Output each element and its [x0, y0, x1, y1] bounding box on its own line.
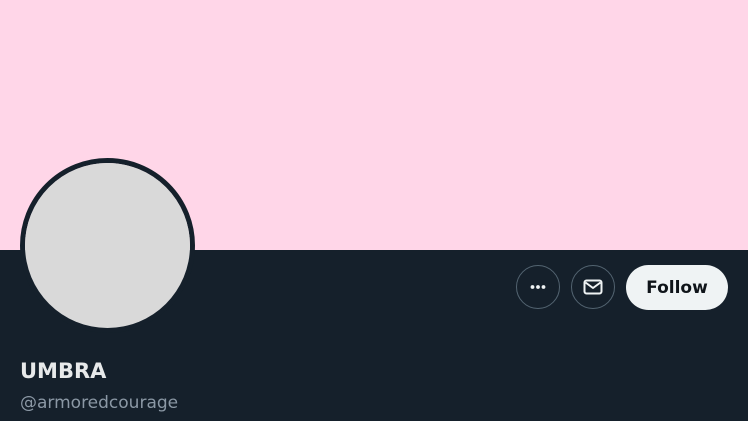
envelope-icon [583, 279, 603, 295]
profile-display-name: UMBRA [20, 359, 107, 383]
profile-page: Follow UMBRA @armoredcourage [0, 0, 748, 421]
profile-handle: @armoredcourage [20, 393, 179, 413]
follow-button[interactable]: Follow [626, 265, 728, 310]
message-button[interactable] [571, 265, 615, 309]
more-horizontal-icon [530, 285, 546, 289]
more-options-button[interactable] [516, 265, 560, 309]
avatar-placeholder [25, 163, 190, 328]
avatar[interactable] [20, 158, 195, 333]
